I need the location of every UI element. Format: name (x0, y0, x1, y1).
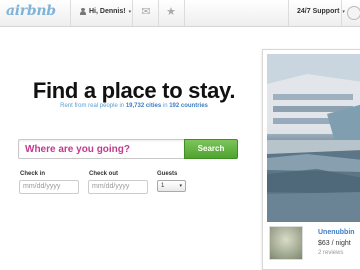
nav-divider (288, 0, 289, 26)
top-navigation-bar: airbnb Hi, Dennis! ▾ ✉ ★ 24/7 Support ▾ (0, 0, 360, 27)
guests-label: Guests (157, 171, 178, 177)
user-greeting: Hi, Dennis! (89, 8, 126, 15)
hero-subline: Rent from real people in 19,732 cities i… (0, 103, 268, 109)
checkin-date-input[interactable]: mm/dd/yyyy (19, 180, 79, 194)
countries-count: 192 countries (169, 103, 208, 109)
checkout-date-input[interactable]: mm/dd/yyyy (88, 180, 148, 194)
host-photo[interactable] (269, 226, 303, 260)
chevron-down-icon: ▾ (179, 183, 182, 189)
cities-count: 19,732 cities (125, 103, 162, 109)
guests-value: 1 (161, 183, 165, 189)
user-menu[interactable]: Hi, Dennis! ▾ (80, 8, 131, 15)
location-search-input[interactable]: Where are you going? (18, 139, 184, 159)
star-icon[interactable]: ★ (164, 5, 178, 18)
airbnb-logo[interactable]: airbnb (6, 3, 56, 19)
user-icon (80, 8, 86, 15)
nav-divider (132, 0, 133, 26)
listing-price: $63 / night (318, 240, 351, 247)
featured-listing-card[interactable]: Unenubbin $63 / night 2 reviews (262, 49, 360, 270)
nav-divider (341, 0, 342, 26)
guests-select[interactable]: 1 ▾ (157, 180, 186, 192)
building-illustration (267, 54, 360, 222)
page-headline: Find a place to stay. (32, 78, 236, 103)
nav-divider (158, 0, 159, 26)
support-label: 24/7 Support (297, 8, 340, 15)
listing-title[interactable]: Unenubbin (318, 229, 355, 236)
listing-reviews[interactable]: 2 reviews (318, 250, 343, 256)
profile-icon[interactable] (347, 6, 360, 20)
support-menu[interactable]: 24/7 Support ▾ (297, 8, 345, 15)
nav-divider (184, 0, 185, 26)
subline-middle: in (161, 103, 170, 109)
nav-divider (70, 0, 71, 26)
checkin-label: Check in (20, 171, 46, 177)
chevron-down-icon: ▾ (342, 8, 345, 15)
envelope-icon[interactable]: ✉ (139, 5, 153, 18)
featured-listing-photo[interactable] (267, 54, 360, 222)
search-button[interactable]: Search (184, 139, 238, 159)
chevron-down-icon: ▾ (128, 8, 132, 15)
search-placeholder: Where are you going? (25, 144, 131, 155)
subline-prefix: Rent from real people in (60, 103, 126, 109)
checkout-label: Check out (89, 171, 119, 177)
